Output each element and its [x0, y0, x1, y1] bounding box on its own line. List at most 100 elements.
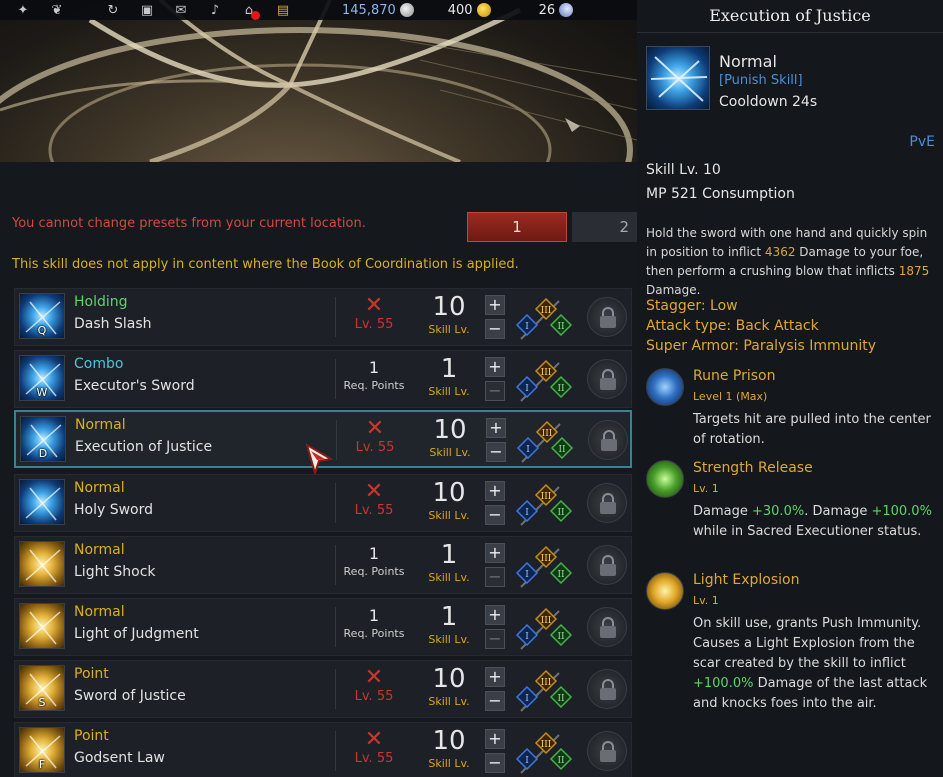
- level-up-button[interactable]: +: [485, 295, 505, 315]
- guild-emblem-icon[interactable]: ✦: [12, 1, 34, 19]
- tripod-selector[interactable]: III I II: [515, 357, 575, 403]
- skill-name: Dash Slash: [74, 316, 152, 332]
- rune-lock-button[interactable]: [587, 545, 627, 585]
- rune-lock-button[interactable]: [587, 607, 627, 647]
- skill-row[interactable]: Normal Light of Judgment 1 Req. Points 1…: [14, 598, 632, 656]
- level-down-button[interactable]: −: [485, 505, 505, 525]
- wings-icon[interactable]: ❦: [46, 1, 68, 19]
- skill-row[interactable]: F Point Godsent Law ✕ Lv. 55 10 Skill Lv…: [14, 722, 632, 777]
- level-down-button[interactable]: −: [485, 567, 505, 587]
- level-down-button[interactable]: −: [485, 319, 505, 339]
- divider: [335, 483, 336, 523]
- tripod-tier-1: I: [525, 570, 529, 580]
- book-icon[interactable]: ▣: [136, 1, 158, 19]
- skill-icon[interactable]: [19, 603, 65, 649]
- damage-value: 1875: [898, 264, 930, 278]
- tripod-tier-3: III: [541, 740, 552, 750]
- divider: [637, 32, 943, 33]
- tripod-selector[interactable]: III I II: [515, 481, 575, 527]
- tripod-description: Damage +30.0%. Damage +100.0% while in S…: [693, 502, 938, 542]
- skill-level-value: 10: [433, 415, 467, 445]
- tooltip-description: Hold the sword with one hand and quickly…: [646, 224, 938, 300]
- skill-icon[interactable]: W: [19, 355, 65, 401]
- skill-row[interactable]: Normal Light Shock 1 Req. Points 1 Skill…: [14, 536, 632, 594]
- preset-tab-1[interactable]: 1: [467, 212, 567, 242]
- lock-icon: [600, 741, 616, 762]
- skill-level-label: Skill Lv.: [428, 571, 470, 584]
- rune-lock-button[interactable]: [588, 420, 628, 460]
- skill-icon[interactable]: Q: [19, 293, 65, 339]
- mail-icon[interactable]: ✉: [170, 1, 192, 19]
- skill-level: 1 Skill Lv.: [421, 539, 477, 584]
- divider: [335, 731, 336, 771]
- level-up-button[interactable]: +: [485, 667, 505, 687]
- gold-coin-icon: [476, 3, 491, 17]
- level-up-button[interactable]: +: [486, 418, 506, 438]
- tooltip-cooldown: Cooldown 24s: [719, 94, 818, 110]
- skill-row[interactable]: Q Holding Dash Slash ✕ Lv. 55 10 Skill L…: [14, 288, 632, 346]
- tripod-tier-2: II: [558, 445, 566, 455]
- skill-icon[interactable]: [19, 541, 65, 587]
- skill-icon[interactable]: S: [19, 665, 65, 711]
- lock-icon: [601, 430, 617, 451]
- tripod-selector[interactable]: III I II: [515, 729, 575, 775]
- bell-icon[interactable]: ♪: [204, 1, 226, 19]
- tripod-tier-1: I: [526, 445, 530, 455]
- rune-lock-button[interactable]: [587, 359, 627, 399]
- rune-lock-button[interactable]: [587, 669, 627, 709]
- level-down-button[interactable]: −: [485, 753, 505, 773]
- location-warning: You cannot change presets from your curr…: [12, 216, 366, 231]
- tripod-selector[interactable]: III I II: [516, 418, 576, 464]
- skill-type: Normal: [74, 542, 125, 558]
- tripod-selector[interactable]: III I II: [515, 543, 575, 589]
- tripod-selector[interactable]: III I II: [515, 605, 575, 651]
- required-level: Lv. 55: [354, 751, 394, 766]
- bonus-value: +30.0%: [752, 504, 805, 519]
- tripod-tier-3: III: [541, 368, 552, 378]
- skill-row[interactable]: Normal Holy Sword ✕ Lv. 55 10 Skill Lv. …: [14, 474, 632, 532]
- skill-level: 1 Skill Lv.: [421, 353, 477, 398]
- level-up-button[interactable]: +: [485, 357, 505, 377]
- skill-icon[interactable]: [19, 479, 65, 525]
- tripod-selector[interactable]: III I II: [515, 295, 575, 341]
- home-icon[interactable]: ⌂: [238, 1, 260, 20]
- required-level: Lv. 55: [354, 317, 394, 332]
- level-up-button[interactable]: +: [485, 729, 505, 749]
- chest-icon[interactable]: ▤: [272, 1, 294, 19]
- skill-icon[interactable]: F: [19, 727, 65, 773]
- rune-lock-button[interactable]: [587, 731, 627, 771]
- level-down-button[interactable]: −: [485, 381, 505, 401]
- skill-type: Normal: [75, 417, 126, 433]
- tripod-selector[interactable]: III I II: [515, 667, 575, 713]
- level-up-button[interactable]: +: [485, 605, 505, 625]
- requirement: 1 Req. Points: [343, 543, 405, 578]
- tripod-tier-2: II: [557, 322, 565, 332]
- skill-level-value: 10: [432, 726, 466, 756]
- rune-lock-button[interactable]: [587, 483, 627, 523]
- skill-type: Holding: [74, 294, 128, 310]
- sync-icon[interactable]: ↻: [102, 1, 124, 19]
- skill-row[interactable]: S Point Sword of Justice ✕ Lv. 55 10 Ski…: [14, 660, 632, 718]
- level-up-button[interactable]: +: [485, 481, 505, 501]
- level-down-button[interactable]: −: [486, 442, 506, 462]
- hotkey-label: S: [38, 696, 46, 709]
- skill-row[interactable]: W Combo Executor's Sword 1 Req. Points 1…: [14, 350, 632, 408]
- requirement: ✕ Lv. 55: [343, 667, 405, 705]
- desc-text: Causes a Light Explosion from the scar c…: [693, 636, 915, 671]
- skill-icon[interactable]: D: [20, 416, 66, 462]
- desc-text: On skill use, grants Push Immunity.: [693, 616, 922, 631]
- light-explosion-icon: [646, 572, 684, 610]
- skill-level-value: 1: [440, 354, 458, 384]
- bonus-value: +100.0%: [871, 504, 932, 519]
- rune-lock-button[interactable]: [587, 297, 627, 337]
- tripod-name: Strength Release: [693, 460, 813, 476]
- preset-tab-2[interactable]: 2: [572, 212, 637, 242]
- skill-name: Execution of Justice: [75, 439, 213, 455]
- skill-level-value: 1: [440, 540, 458, 570]
- requirement: ✕ Lv. 55: [343, 481, 405, 519]
- required-level: Lv. 55: [354, 503, 394, 518]
- level-down-button[interactable]: −: [485, 629, 505, 649]
- level-up-button[interactable]: +: [485, 543, 505, 563]
- level-down-button[interactable]: −: [485, 691, 505, 711]
- skill-level-label: Skill Lv.: [428, 385, 470, 398]
